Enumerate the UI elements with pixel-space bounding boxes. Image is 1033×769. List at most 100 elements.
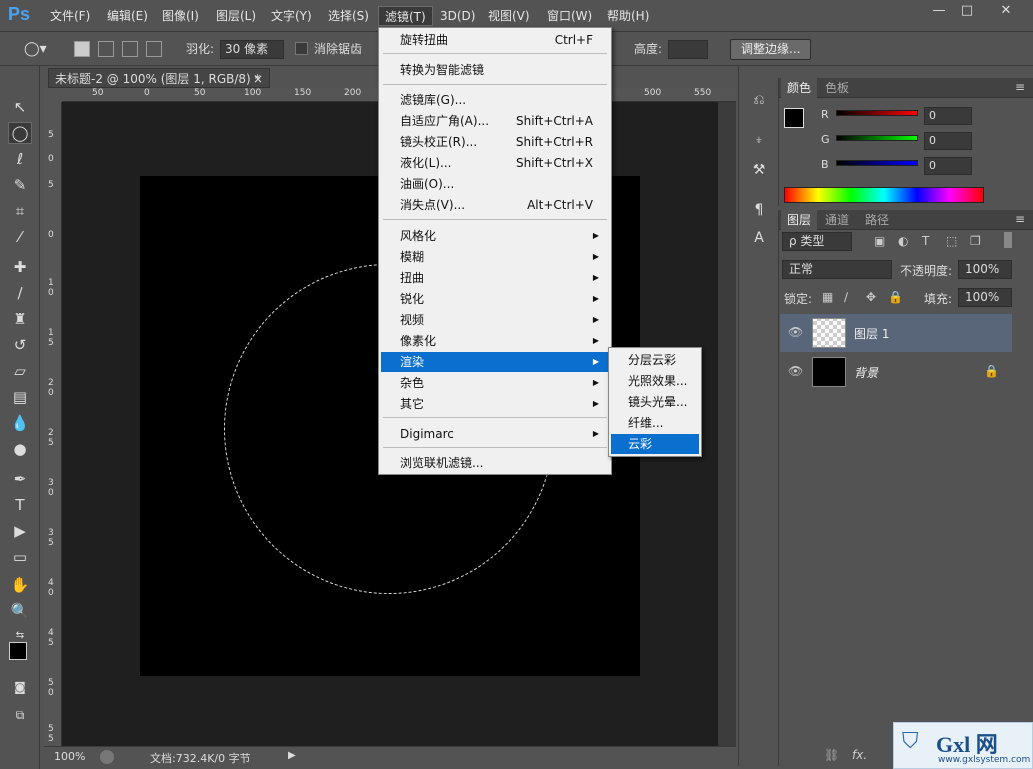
tab-swatches[interactable]: 色板 <box>819 78 855 98</box>
fill-input[interactable]: 100% <box>958 288 1012 307</box>
menu-item-render[interactable]: 渲染 ▶ <box>381 352 609 372</box>
visibility-eye-icon[interactable]: 👁 <box>788 364 803 378</box>
vertical-scrollbar[interactable] <box>718 102 736 748</box>
history-brush-tool-icon[interactable]: ↺ <box>8 334 32 356</box>
pen-tool-icon[interactable]: ✒ <box>8 468 32 490</box>
feather-input[interactable]: 30 像素 <box>220 40 284 59</box>
menu-filter[interactable]: 滤镜(T) <box>378 6 433 26</box>
menu-item-liquify[interactable]: 液化(L)... Shift+Ctrl+X <box>381 153 609 173</box>
path-select-tool-icon[interactable]: ▶ <box>8 520 32 542</box>
blend-mode-select[interactable]: 正常 <box>782 260 892 279</box>
layer-kind-filter[interactable]: ρ 类型 <box>782 232 852 251</box>
panel-menu-icon[interactable]: ≡ <box>1015 80 1025 94</box>
clone-source-panel-icon[interactable]: ⚒ <box>749 162 769 182</box>
menu-item-browse-online-filters[interactable]: 浏览联机滤镜... <box>381 453 609 473</box>
eraser-tool-icon[interactable]: ▱ <box>8 360 32 382</box>
crop-tool-icon[interactable]: ⌗ <box>8 200 32 222</box>
foreground-color-swatch[interactable] <box>9 642 27 660</box>
menu-item-digimarc[interactable]: Digimarc ▶ <box>381 424 609 444</box>
menu-window[interactable]: 窗口(W) <box>541 6 598 26</box>
zoom-tool-icon[interactable]: 🔍 <box>8 600 32 622</box>
refine-edge-button[interactable]: 调整边缘... <box>730 39 812 60</box>
character-panel-icon[interactable]: A <box>749 230 769 250</box>
red-slider[interactable] <box>836 110 918 116</box>
clone-stamp-tool-icon[interactable]: ♜ <box>8 308 32 330</box>
screen-mode-icon[interactable]: ⧉ <box>8 704 32 726</box>
menu-3d[interactable]: 3D(D) <box>434 6 481 26</box>
menu-edit[interactable]: 编辑(E) <box>101 6 154 26</box>
green-slider[interactable] <box>836 135 918 141</box>
eyedropper-tool-icon[interactable]: ⁄ <box>8 226 32 248</box>
minimize-button[interactable]: — <box>924 0 954 22</box>
hand-tool-icon[interactable]: ✋ <box>8 574 32 596</box>
lock-image-icon[interactable]: ∕ <box>844 290 848 304</box>
panel-menu-icon[interactable]: ≡ <box>1015 212 1025 226</box>
menu-item-adaptive-wide-angle[interactable]: 自适应广角(A)... Shift+Ctrl+A <box>381 111 609 131</box>
submenu-item-lighting-effects[interactable]: 光照效果... <box>611 371 699 391</box>
move-tool-icon[interactable]: ↖ <box>8 96 32 118</box>
vertical-ruler[interactable]: 5 0 5 0 1 0 1 5 2 0 2 5 3 0 3 5 4 0 4 5 … <box>44 102 62 748</box>
menu-item-stylize[interactable]: 风格化 ▶ <box>381 226 609 246</box>
filter-adjustment-icon[interactable]: ◐ <box>898 234 908 248</box>
new-selection-icon[interactable] <box>74 41 90 57</box>
submenu-item-clouds[interactable]: 云彩 <box>611 434 699 454</box>
menu-item-sharpen[interactable]: 锐化 ▶ <box>381 289 609 309</box>
status-info-icon[interactable] <box>100 750 114 764</box>
tab-channels[interactable]: 通道 <box>819 210 855 230</box>
green-value[interactable]: 0 <box>924 132 972 150</box>
history-panel-icon[interactable]: ⎌ <box>749 92 769 112</box>
menu-item-video[interactable]: 视频 ▶ <box>381 310 609 330</box>
add-selection-icon[interactable] <box>98 41 114 57</box>
filter-shape-icon[interactable]: ⬚ <box>946 234 957 248</box>
menu-item-distort[interactable]: 扭曲 ▶ <box>381 268 609 288</box>
menu-item-blur[interactable]: 模糊 ▶ <box>381 247 609 267</box>
menu-select[interactable]: 选择(S) <box>322 6 375 26</box>
menu-item-lens-correction[interactable]: 镜头校正(R)... Shift+Ctrl+R <box>381 132 609 152</box>
zoom-level[interactable]: 100% <box>54 750 85 763</box>
visibility-eye-icon[interactable]: 👁 <box>788 325 803 339</box>
dodge-tool-icon[interactable]: ● <box>8 438 32 460</box>
brush-panel-icon[interactable]: ⍖ <box>749 132 769 152</box>
filter-toggle[interactable] <box>1004 232 1012 248</box>
menu-item-pixelate[interactable]: 像素化 ▶ <box>381 331 609 351</box>
menu-view[interactable]: 视图(V) <box>482 6 536 26</box>
quick-mask-icon[interactable]: ◙ <box>8 676 32 698</box>
submenu-item-lens-flare[interactable]: 镜头光晕... <box>611 392 699 412</box>
shape-tool-icon[interactable]: ▭ <box>8 546 32 568</box>
tab-layers[interactable]: 图层 <box>781 210 818 230</box>
blue-slider[interactable] <box>836 160 918 166</box>
menu-item-other[interactable]: 其它 ▶ <box>381 394 609 414</box>
color-spectrum-ramp[interactable] <box>784 187 984 203</box>
submenu-item-difference-clouds[interactable]: 分层云彩 <box>611 350 699 370</box>
menu-item-noise[interactable]: 杂色 ▶ <box>381 373 609 393</box>
lock-transparent-icon[interactable]: ▦ <box>822 290 833 304</box>
type-tool-icon[interactable]: T <box>8 494 32 516</box>
height-input[interactable] <box>668 40 708 59</box>
gradient-tool-icon[interactable]: ▤ <box>8 386 32 408</box>
document-tab[interactable]: 未标题-2 @ 100% (图层 1, RGB/8) * × <box>48 68 270 88</box>
layer-row[interactable]: 👁 图层 1 <box>780 314 1012 352</box>
tab-color[interactable]: 颜色 <box>781 78 818 98</box>
menu-type[interactable]: 文字(Y) <box>265 6 318 26</box>
lasso-tool-icon[interactable]: ℓ <box>8 148 32 170</box>
antialias-checkbox[interactable] <box>295 42 308 55</box>
filter-smart-object-icon[interactable]: ❐ <box>970 234 981 248</box>
lock-all-icon[interactable]: 🔒 <box>888 290 903 304</box>
quick-select-tool-icon[interactable]: ✎ <box>8 174 32 196</box>
marquee-tool-icon[interactable]: ◯ <box>8 122 32 144</box>
menu-item-convert-smart-filter[interactable]: 转换为智能滤镜 <box>381 60 609 80</box>
layer-row[interactable]: 👁 背景 🔒 <box>780 353 1012 391</box>
menu-file[interactable]: 文件(F) <box>44 6 96 26</box>
filter-pixel-icon[interactable]: ▣ <box>874 234 885 248</box>
subtract-selection-icon[interactable] <box>122 41 138 57</box>
menu-item-oil-paint[interactable]: 油画(O)... <box>381 174 609 194</box>
menu-help[interactable]: 帮助(H) <box>601 6 655 26</box>
elliptical-marquee-icon[interactable]: ◯▾ <box>24 40 47 58</box>
menu-item-filter-gallery[interactable]: 滤镜库(G)... <box>381 90 609 110</box>
blur-tool-icon[interactable]: 💧 <box>8 412 32 434</box>
filter-type-icon[interactable]: T <box>922 234 929 248</box>
healing-brush-tool-icon[interactable]: ✚ <box>8 256 32 278</box>
menu-image[interactable]: 图像(I) <box>156 6 205 26</box>
menu-item-last-filter[interactable]: 旋转扭曲 Ctrl+F <box>381 30 609 50</box>
opacity-input[interactable]: 100% <box>958 260 1012 279</box>
